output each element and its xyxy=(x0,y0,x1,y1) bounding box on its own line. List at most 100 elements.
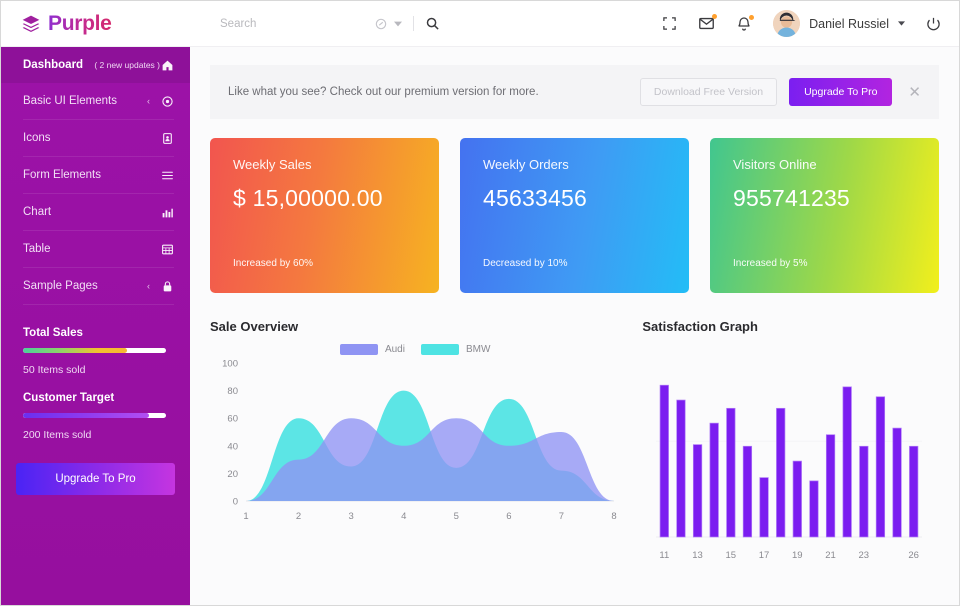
card-weekly-sales[interactable]: Weekly Sales $ 15,00000.00 Increased by … xyxy=(210,138,439,293)
sidebar-item-label: Table xyxy=(23,243,160,255)
card-value: 45633456 xyxy=(483,185,670,212)
legend-item-audi[interactable]: Audi xyxy=(340,344,405,355)
svg-text:3: 3 xyxy=(348,511,353,522)
banner-upgrade-to-pro-button[interactable]: Upgrade To Pro xyxy=(789,78,892,106)
card-footer: Decreased by 10% xyxy=(483,258,568,269)
sidebar-item-form-elements[interactable]: Form Elements xyxy=(1,157,190,193)
download-free-version-button[interactable]: Download Free Version xyxy=(640,78,777,106)
search-input[interactable] xyxy=(220,18,374,30)
card-footer: Increased by 5% xyxy=(733,258,808,269)
svg-text:13: 13 xyxy=(693,550,704,561)
card-value: 955741235 xyxy=(733,185,920,212)
bell-notification-dot xyxy=(749,15,754,20)
search-controls xyxy=(374,16,440,31)
sale-overview-panel: Sale Overview Audi BMW 02040608010012345… xyxy=(210,319,620,572)
power-icon[interactable] xyxy=(926,16,941,31)
navbar-icon-group: Daniel Russiel xyxy=(662,10,941,37)
svg-text:40: 40 xyxy=(227,441,238,452)
svg-text:26: 26 xyxy=(909,550,920,561)
sidebar: Dashboard ( 2 new updates ) Basic UI Eleme… xyxy=(1,47,190,606)
main-content: Like what you see? Check out our premium… xyxy=(190,47,959,606)
sidebar-item-chart[interactable]: Chart xyxy=(1,194,190,230)
sale-overview-chart[interactable]: 02040608010012345678 xyxy=(210,355,620,527)
svg-text:11: 11 xyxy=(660,550,670,561)
customer-target-progress xyxy=(23,413,166,418)
stat-subtitle: 200 Items sold xyxy=(23,429,168,441)
contact-icon xyxy=(160,132,174,145)
sidebar-upgrade-to-pro-button[interactable]: Upgrade To Pro xyxy=(16,463,175,495)
legend-label: BMW xyxy=(466,344,490,355)
brand-logo[interactable]: Purple xyxy=(1,1,190,47)
chevron-left-icon: ‹ xyxy=(147,281,150,291)
card-visitors-online[interactable]: Visitors Online 955741235 Increased by 5… xyxy=(710,138,939,293)
stat-card-row: Weekly Sales $ 15,00000.00 Increased by … xyxy=(210,138,939,293)
stat-total-sales: Total Sales 50 Items sold xyxy=(23,327,168,376)
card-footer: Increased by 60% xyxy=(233,258,313,269)
sidebar-item-basic-ui-elements[interactable]: Basic UI Elements‹ xyxy=(1,83,190,119)
close-icon[interactable]: ✕ xyxy=(904,83,925,101)
mail-notification-dot xyxy=(712,14,717,19)
user-menu[interactable]: Daniel Russiel xyxy=(773,10,905,37)
search-filter-icon[interactable] xyxy=(374,17,388,31)
svg-text:80: 80 xyxy=(227,386,238,397)
svg-text:4: 4 xyxy=(401,511,406,522)
user-name: Daniel Russiel xyxy=(809,17,889,31)
stat-title: Customer Target xyxy=(23,392,168,404)
sidebar-item-label: Chart xyxy=(23,206,160,218)
card-title: Weekly Sales xyxy=(233,157,420,172)
sidebar-item-dashboard[interactable]: Dashboard ( 2 new updates ) xyxy=(1,47,190,83)
legend-item-bmw[interactable]: BMW xyxy=(421,344,490,355)
mail-button[interactable] xyxy=(698,15,715,32)
legend-swatch xyxy=(421,344,459,355)
svg-text:5: 5 xyxy=(454,511,459,522)
stat-customer-target: Customer Target 200 Items sold xyxy=(23,392,168,441)
stat-title: Total Sales xyxy=(23,327,168,339)
svg-text:8: 8 xyxy=(611,511,616,522)
sidebar-item-label: Sample Pages xyxy=(23,280,147,292)
sidebar-item-badge: ( 2 new updates ) xyxy=(94,60,160,70)
legend-swatch xyxy=(340,344,378,355)
sidebar-item-label: Dashboard xyxy=(23,59,88,71)
sidebar-item-icons[interactable]: Icons xyxy=(1,120,190,156)
user-chevron-down-icon xyxy=(898,20,905,27)
home-icon xyxy=(160,59,174,72)
chart-row: Sale Overview Audi BMW 02040608010012345… xyxy=(210,319,939,572)
svg-text:1: 1 xyxy=(243,511,248,522)
svg-text:20: 20 xyxy=(227,469,238,480)
search-filter-chevron-down-icon[interactable] xyxy=(394,20,402,28)
search-box[interactable] xyxy=(220,9,415,39)
sidebar-stats: Total Sales 50 Items sold Customer Targe… xyxy=(1,305,190,441)
layers-icon xyxy=(21,14,41,34)
svg-text:23: 23 xyxy=(859,550,870,561)
promo-banner: Like what you see? Check out our premium… xyxy=(210,65,939,119)
sidebar-item-table[interactable]: Table xyxy=(1,231,190,267)
fullscreen-icon[interactable] xyxy=(662,16,677,31)
stat-subtitle: 50 Items sold xyxy=(23,364,168,376)
svg-text:2: 2 xyxy=(296,511,301,522)
total-sales-progress xyxy=(23,348,166,353)
search-icon[interactable] xyxy=(425,16,440,31)
list-icon xyxy=(160,169,174,182)
card-title: Visitors Online xyxy=(733,157,920,172)
svg-text:21: 21 xyxy=(826,550,837,561)
satisfaction-graph-chart[interactable]: 1113151719212326 xyxy=(642,364,932,567)
satisfaction-graph-title: Satisfaction Graph xyxy=(642,319,939,334)
satisfaction-graph-panel: Satisfaction Graph 1113151719212326 xyxy=(642,319,939,572)
sidebar-nav: Dashboard ( 2 new updates ) Basic UI Eleme… xyxy=(1,47,190,305)
dashboard-app: Purple xyxy=(0,0,960,606)
avatar xyxy=(773,10,800,37)
svg-text:19: 19 xyxy=(792,550,803,561)
navbar-content: Daniel Russiel xyxy=(190,1,959,47)
card-weekly-orders[interactable]: Weekly Orders 45633456 Decreased by 10% xyxy=(460,138,689,293)
promo-banner-text: Like what you see? Check out our premium… xyxy=(228,86,628,98)
svg-text:6: 6 xyxy=(506,511,511,522)
svg-text:7: 7 xyxy=(559,511,564,522)
chevron-left-icon: ‹ xyxy=(147,96,150,106)
brand-name: Purple xyxy=(48,12,112,36)
bell-button[interactable] xyxy=(736,16,752,32)
sidebar-item-label: Icons xyxy=(23,132,160,144)
card-title: Weekly Orders xyxy=(483,157,670,172)
sidebar-item-sample-pages[interactable]: Sample Pages‹ xyxy=(1,268,190,304)
sale-overview-title: Sale Overview xyxy=(210,319,620,334)
sale-overview-legend: Audi BMW xyxy=(210,344,620,355)
